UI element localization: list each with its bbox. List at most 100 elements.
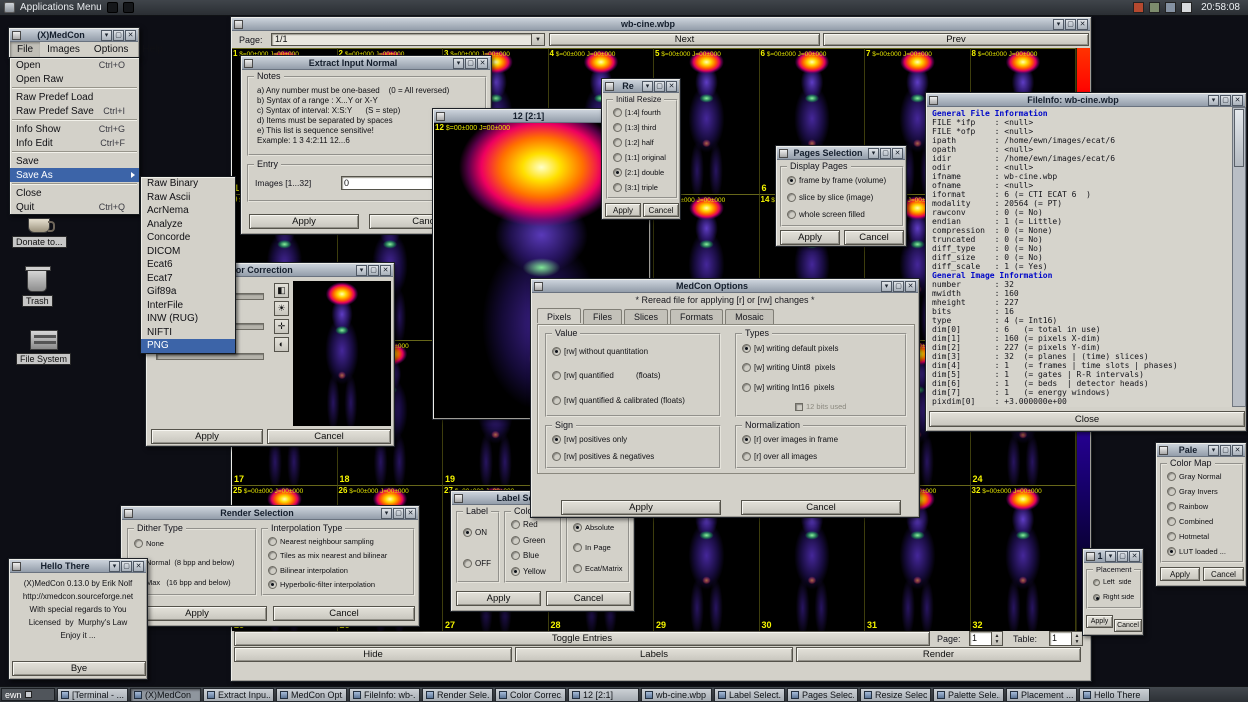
interpolation-option[interactable]: Nearest neighbour sampling	[268, 537, 411, 546]
taskbar-item[interactable]: Label Select...	[714, 688, 785, 702]
label-option[interactable]: ON	[463, 528, 496, 537]
scan-cell[interactable]: 32 $=00±000 J=00±000 32	[971, 485, 1077, 631]
close-button[interactable]: ✕	[1232, 95, 1243, 106]
titlebar[interactable]: Render Selection ▾▢✕	[122, 507, 418, 520]
save-as-menu-item[interactable]: Gif89a	[141, 285, 235, 299]
volume-icon[interactable]	[1165, 2, 1176, 13]
color-tool-icon[interactable]: ✛	[274, 319, 289, 334]
save-as-menu-item[interactable]: Raw Binary	[141, 177, 235, 191]
shade-button[interactable]: ▾	[381, 508, 392, 519]
gamma-slider[interactable]	[156, 353, 264, 360]
maximize-button[interactable]: ▢	[113, 30, 124, 41]
taskbar-item[interactable]: Pages Selec...	[787, 688, 858, 702]
window-menu-icon[interactable]	[12, 562, 21, 571]
titlebar[interactable]: 1 ▾▢✕	[1084, 550, 1142, 563]
taskbar-item[interactable]: (X)MedCon	[130, 688, 201, 702]
shade-button[interactable]: ▾	[101, 30, 112, 41]
shade-button[interactable]: ▾	[868, 148, 879, 159]
placement-option[interactable]: Right side	[1093, 594, 1138, 601]
scrollbar[interactable]	[1232, 107, 1246, 407]
maximize-button[interactable]: ▢	[393, 508, 404, 519]
apply-button[interactable]: Apply	[1160, 567, 1200, 581]
shade-button[interactable]: ▾	[642, 81, 653, 92]
options-tab[interactable]: Formats	[670, 309, 723, 324]
applications-menu[interactable]: Applications Menu	[20, 2, 102, 13]
titlebar[interactable]: Hello There ▾▢✕	[10, 560, 146, 573]
shade-button[interactable]: ▾	[1105, 551, 1116, 562]
titlebar[interactable]: Pages Selection ▾▢✕	[777, 147, 905, 160]
taskbar-item[interactable]: Extract Inpu...	[203, 688, 274, 702]
maximize-button[interactable]: ▢	[1220, 445, 1231, 456]
taskbar-item[interactable]: 12 [2:1]	[568, 688, 639, 702]
close-button[interactable]: ✕	[380, 265, 391, 276]
menubar-item[interactable]: Images	[40, 42, 87, 58]
window-menu-icon[interactable]	[12, 31, 21, 40]
file-menu-item[interactable]: Save As	[10, 168, 139, 182]
titlebar[interactable]: Extract Input Normal ▾▢✕	[242, 57, 490, 70]
file-menu-item[interactable]: Info Edit Ctrl+F	[10, 136, 139, 150]
save-as-menu-item[interactable]: PNG	[141, 339, 235, 353]
menubar-item[interactable]: Help	[135, 42, 170, 58]
titlebar[interactable]: Re ▾▢✕	[603, 80, 679, 93]
file-menu-item[interactable]: Raw Predef Load	[10, 90, 139, 104]
palette-option[interactable]: Gray Normal	[1167, 472, 1240, 481]
shade-button[interactable]: ▾	[453, 58, 464, 69]
dither-option[interactable]: None	[134, 539, 253, 548]
taskbar-item[interactable]: MedCon Opt...	[276, 688, 347, 702]
titlebar[interactable]: MedCon Options ▾▢✕	[532, 280, 918, 293]
apply-button[interactable]: Apply	[127, 606, 267, 621]
desktop-icon-donate[interactable]: Donate to...	[12, 218, 67, 248]
resize-option[interactable]: [2:1] double	[613, 168, 674, 177]
titlebar[interactable]: (X)MedCon ▾▢✕	[10, 29, 138, 42]
shade-button[interactable]: ▾	[1208, 95, 1219, 106]
apply-button[interactable]: Apply	[249, 214, 359, 229]
page-combo[interactable]: 1/1 ▼	[271, 33, 545, 46]
table-spinner[interactable]: 1 ▲▼	[1049, 631, 1083, 646]
shade-button[interactable]: ▾	[109, 561, 120, 572]
file-menu-item[interactable]: Quit Ctrl+Q	[10, 200, 139, 214]
maximize-button[interactable]: ▢	[368, 265, 379, 276]
bits-checkbox-row[interactable]: 12 bits used	[795, 402, 846, 411]
color-tool-icon[interactable]: ◧	[274, 283, 289, 298]
normalization-option[interactable]: [r] over images in frame	[742, 435, 903, 444]
file-menu-item[interactable]: Raw Predef Save Ctrl+I	[10, 104, 139, 118]
desktop-icon-trash[interactable]: Trash	[22, 268, 53, 307]
cancel-button[interactable]: Cancel	[267, 429, 391, 444]
shade-button[interactable]: ▾	[881, 281, 892, 292]
types-option[interactable]: [w] writing Uint8 pixels	[742, 363, 903, 372]
pages-option[interactable]: slice by slice (image)	[787, 193, 900, 202]
close-button[interactable]: Close	[929, 411, 1245, 427]
taskbar-item[interactable]: Resize Selec...	[860, 688, 931, 702]
cancel-button[interactable]: Cancel	[1203, 567, 1244, 581]
close-button[interactable]: ✕	[666, 81, 677, 92]
numbering-option[interactable]: Ecat/Matrix	[573, 564, 626, 573]
palette-option[interactable]: Combined	[1167, 517, 1240, 526]
file-menu-item[interactable]: Open Ctrl+O	[10, 58, 139, 72]
window-menu-icon[interactable]	[234, 20, 243, 29]
apply-button[interactable]: Apply	[1086, 615, 1113, 628]
value-option[interactable]: [rw] without quantitation	[552, 347, 717, 356]
palette-option[interactable]: Rainbow	[1167, 502, 1240, 511]
save-as-menu-item[interactable]: Concorde	[141, 231, 235, 245]
dither-option[interactable]: Normal (8 bpp and below)	[134, 558, 253, 567]
cancel-button[interactable]: Cancel	[844, 230, 904, 245]
taskbar-item[interactable]: wb-cine.wbp	[641, 688, 712, 702]
close-button[interactable]: ✕	[125, 30, 136, 41]
file-menu-item[interactable]: Info Show Ctrl+G	[10, 122, 139, 136]
maximize-button[interactable]: ▢	[1117, 551, 1128, 562]
taskbar-item[interactable]: Color Correc...	[495, 688, 566, 702]
search-launcher-icon[interactable]	[123, 2, 134, 13]
color-option[interactable]: Yellow	[511, 567, 558, 576]
interpolation-option[interactable]: Bilinear interpolation	[268, 566, 411, 575]
sign-option[interactable]: [rw] positives only	[552, 435, 717, 444]
options-tab[interactable]: Pixels	[537, 308, 581, 323]
sign-option[interactable]: [rw] positives & negatives	[552, 452, 717, 461]
resize-option[interactable]: [1:1] original	[613, 153, 674, 162]
shade-button[interactable]: ▾	[356, 265, 367, 276]
apply-button[interactable]: Apply	[561, 500, 721, 515]
cancel-button[interactable]: Cancel	[273, 606, 415, 621]
bye-button[interactable]: Bye	[12, 661, 146, 676]
value-option[interactable]: [rw] quantified & calibrated (floats)	[552, 396, 717, 405]
resize-option[interactable]: [1:2] half	[613, 138, 674, 147]
window-menu-icon[interactable]	[1159, 446, 1168, 455]
